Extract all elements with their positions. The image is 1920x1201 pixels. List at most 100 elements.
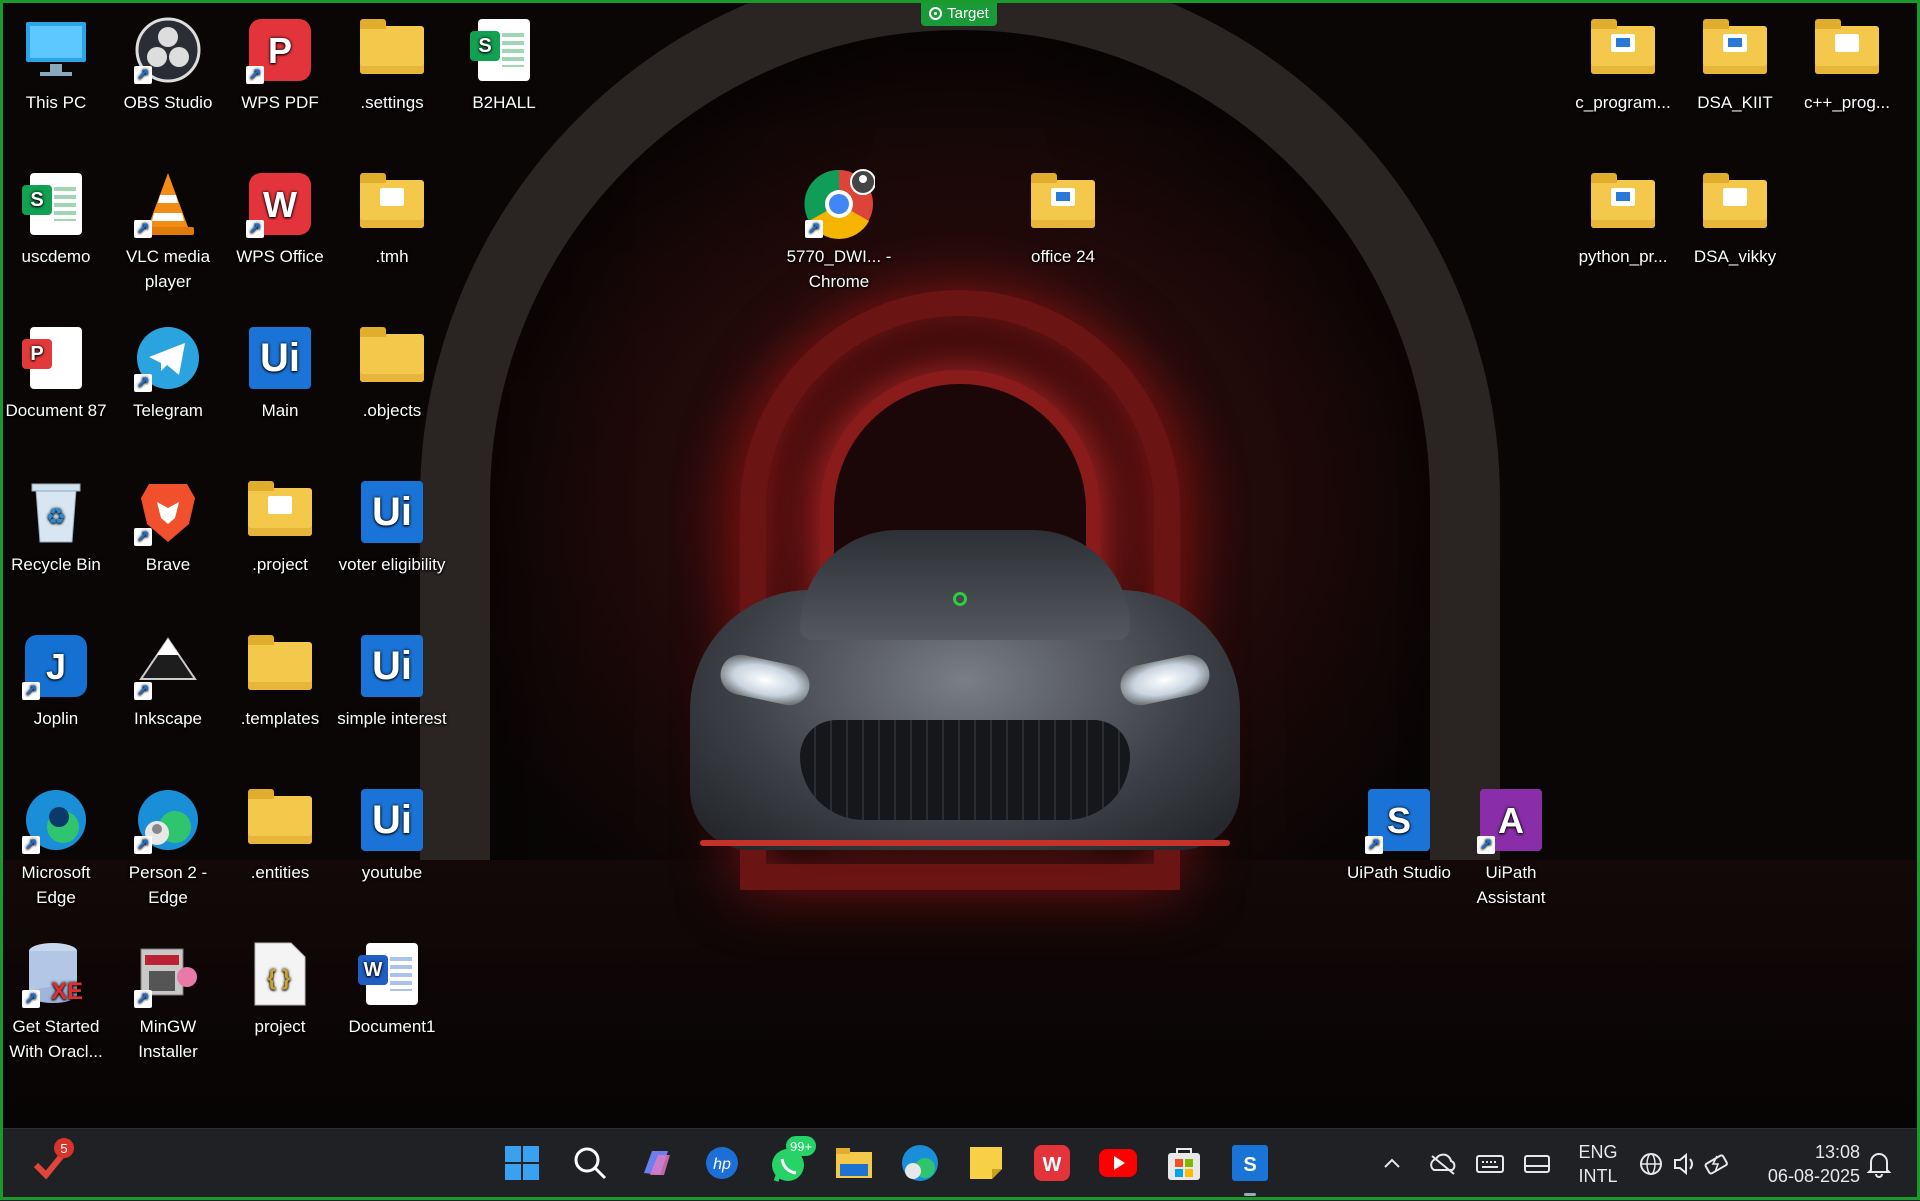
desktop-icon-c-program[interactable]: c_program... bbox=[1567, 8, 1679, 115]
desktop-icon-mingw[interactable]: MinGW Installer bbox=[112, 932, 224, 1064]
desktop-icon-recycle-bin[interactable]: ♻ Recycle Bin bbox=[0, 470, 112, 577]
desktop-icon-settings[interactable]: .settings bbox=[336, 8, 448, 115]
microsoft-store-button[interactable] bbox=[1158, 1136, 1210, 1190]
uipath-studio-icon: S bbox=[1232, 1145, 1268, 1181]
wps-office-taskbar-button[interactable]: W bbox=[1026, 1136, 1078, 1190]
input-language-button[interactable]: ENG INTL bbox=[1574, 1128, 1622, 1200]
whatsapp-button[interactable]: 99+ bbox=[762, 1136, 817, 1190]
file-explorer-icon bbox=[836, 1148, 872, 1178]
onedrive-tray-button[interactable] bbox=[1428, 1128, 1458, 1200]
desktop-icon-dsa-vikky[interactable]: DSA_vikky bbox=[1679, 162, 1791, 269]
desktop-icon-oracle[interactable]: XE Get Started With Oracl... bbox=[0, 932, 112, 1064]
clock-button[interactable]: 13:08 06-08-2025 bbox=[1750, 1128, 1860, 1200]
search-button[interactable] bbox=[564, 1136, 616, 1190]
target-indicator: Target bbox=[921, 0, 997, 26]
desktop-icon-telegram[interactable]: Telegram bbox=[112, 316, 224, 423]
desktop-icon-uipath-assistant[interactable]: A UiPath Assistant bbox=[1455, 778, 1567, 910]
desktop-icon-joplin[interactable]: J Joplin bbox=[0, 624, 112, 731]
folder-icon bbox=[360, 327, 424, 382]
volume-icon bbox=[1674, 1152, 1693, 1176]
desktop-icon-uipath-studio[interactable]: S UiPath Studio bbox=[1343, 778, 1455, 885]
sticky-notes-icon bbox=[970, 1147, 1002, 1179]
json-file-icon: { } bbox=[254, 942, 306, 1006]
svg-text:XE: XE bbox=[51, 978, 83, 1005]
desktop-icon-obs[interactable]: OBS Studio bbox=[112, 8, 224, 115]
desktop-icon-objects[interactable]: .objects bbox=[336, 316, 448, 423]
uipath-file-icon: Ui bbox=[361, 481, 423, 543]
folder-icon bbox=[1031, 173, 1095, 228]
shortcut-arrow-icon bbox=[1477, 833, 1495, 858]
desktop-icon-uscdemo[interactable]: S uscdemo bbox=[0, 162, 112, 269]
windows-logo-icon bbox=[505, 1146, 539, 1180]
network-volume-battery-button[interactable] bbox=[1638, 1128, 1732, 1200]
desktop-icon-chrome-5770[interactable]: 5770_DWI... - Chrome bbox=[783, 162, 895, 294]
start-button[interactable] bbox=[496, 1136, 548, 1190]
desktop-icon-project-folder[interactable]: .project bbox=[224, 470, 336, 577]
target-marker bbox=[953, 592, 967, 606]
folder-icon bbox=[1703, 19, 1767, 74]
shortcut-arrow-icon bbox=[134, 679, 152, 704]
desktop-icon-templates[interactable]: .templates bbox=[224, 624, 336, 731]
folder-icon bbox=[360, 173, 424, 228]
edge-icon bbox=[902, 1145, 938, 1181]
touch-keyboard-button[interactable] bbox=[1476, 1128, 1504, 1200]
sports-car bbox=[690, 530, 1240, 860]
desktop-icon-youtube[interactable]: Ui youtube bbox=[336, 778, 448, 885]
desktop-icon-python-pr[interactable]: python_pr... bbox=[1567, 162, 1679, 269]
desktop-icon-dsa-kiit[interactable]: DSA_KIIT bbox=[1679, 8, 1791, 115]
youtube-button[interactable] bbox=[1092, 1136, 1144, 1190]
battery-charging-icon bbox=[1704, 1154, 1728, 1175]
uipath-file-icon: Ui bbox=[361, 635, 423, 697]
uipath-studio-taskbar-button[interactable]: S bbox=[1224, 1136, 1276, 1196]
copilot-button[interactable] bbox=[630, 1136, 682, 1190]
file-explorer-button[interactable] bbox=[828, 1136, 880, 1190]
shortcut-arrow-icon bbox=[134, 833, 152, 858]
desktop-icon-project-json[interactable]: { } project bbox=[224, 932, 336, 1039]
svg-text:hp: hp bbox=[713, 1156, 731, 1173]
whatsapp-unread-badge: 99+ bbox=[786, 1136, 817, 1156]
desktop-icon-main[interactable]: Ui Main bbox=[224, 316, 336, 423]
desktop-icon-wps-office[interactable]: W WPS Office bbox=[224, 162, 336, 269]
desktop-icon-cpp-prog[interactable]: c++_prog... bbox=[1791, 8, 1903, 115]
shortcut-arrow-icon bbox=[22, 679, 40, 704]
shortcut-arrow-icon bbox=[246, 63, 264, 88]
desktop-icon-document1[interactable]: W Document1 bbox=[336, 932, 448, 1039]
hp-app-button[interactable]: hp bbox=[696, 1136, 748, 1190]
show-hidden-icons-button[interactable] bbox=[1380, 1128, 1404, 1200]
desktop-icon-brave[interactable]: Brave bbox=[112, 470, 224, 577]
edge-taskbar-button[interactable] bbox=[894, 1136, 946, 1190]
desktop-icon-voter-eligibility[interactable]: Ui voter eligibility bbox=[336, 470, 448, 577]
notification-app-button[interactable]: 5 bbox=[24, 1136, 76, 1190]
folder-icon bbox=[1591, 19, 1655, 74]
desktop-icon-vlc[interactable]: VLC media player bbox=[112, 162, 224, 294]
display-tray-button[interactable] bbox=[1524, 1128, 1550, 1200]
bell-notification-icon bbox=[1866, 1153, 1892, 1178]
svg-text:{ }: { } bbox=[267, 965, 291, 990]
display-icon bbox=[1524, 1155, 1550, 1173]
notification-center-button[interactable] bbox=[1866, 1128, 1892, 1200]
desktop-icon-wps-pdf[interactable]: P WPS PDF bbox=[224, 8, 336, 115]
notification-count-badge: 5 bbox=[54, 1138, 74, 1158]
folder-icon bbox=[248, 789, 312, 844]
desktop-icon-person2-edge[interactable]: Person 2 - Edge bbox=[112, 778, 224, 910]
desktop-icon-edge[interactable]: Microsoft Edge bbox=[0, 778, 112, 910]
desktop-icon-b2hall[interactable]: S B2HALL bbox=[448, 8, 560, 115]
keyboard-icon bbox=[1476, 1155, 1504, 1173]
sticky-notes-button[interactable] bbox=[960, 1136, 1012, 1190]
svg-text:W: W bbox=[1043, 1154, 1062, 1176]
shortcut-arrow-icon bbox=[22, 833, 40, 858]
search-icon bbox=[574, 1147, 607, 1180]
desktop-icon-tmh[interactable]: .tmh bbox=[336, 162, 448, 269]
desktop-icon-document87[interactable]: P Document 87 bbox=[0, 316, 112, 423]
desktop-icon-this-pc[interactable]: This PC bbox=[0, 8, 112, 115]
wps-office-icon: W bbox=[1034, 1145, 1070, 1181]
recycle-bin-icon: ♻ bbox=[31, 483, 81, 543]
clock-time: 13:08 bbox=[1814, 1142, 1860, 1162]
hp-logo-icon: hp bbox=[706, 1147, 738, 1179]
desktop-icon-inkscape[interactable]: Inkscape bbox=[112, 624, 224, 731]
desktop-icon-office24[interactable]: office 24 bbox=[1007, 162, 1119, 269]
shortcut-arrow-icon bbox=[22, 987, 40, 1012]
desktop-icon-entities[interactable]: .entities bbox=[224, 778, 336, 885]
youtube-icon bbox=[1099, 1149, 1137, 1177]
desktop-icon-simple-interest[interactable]: Ui simple interest bbox=[336, 624, 448, 731]
